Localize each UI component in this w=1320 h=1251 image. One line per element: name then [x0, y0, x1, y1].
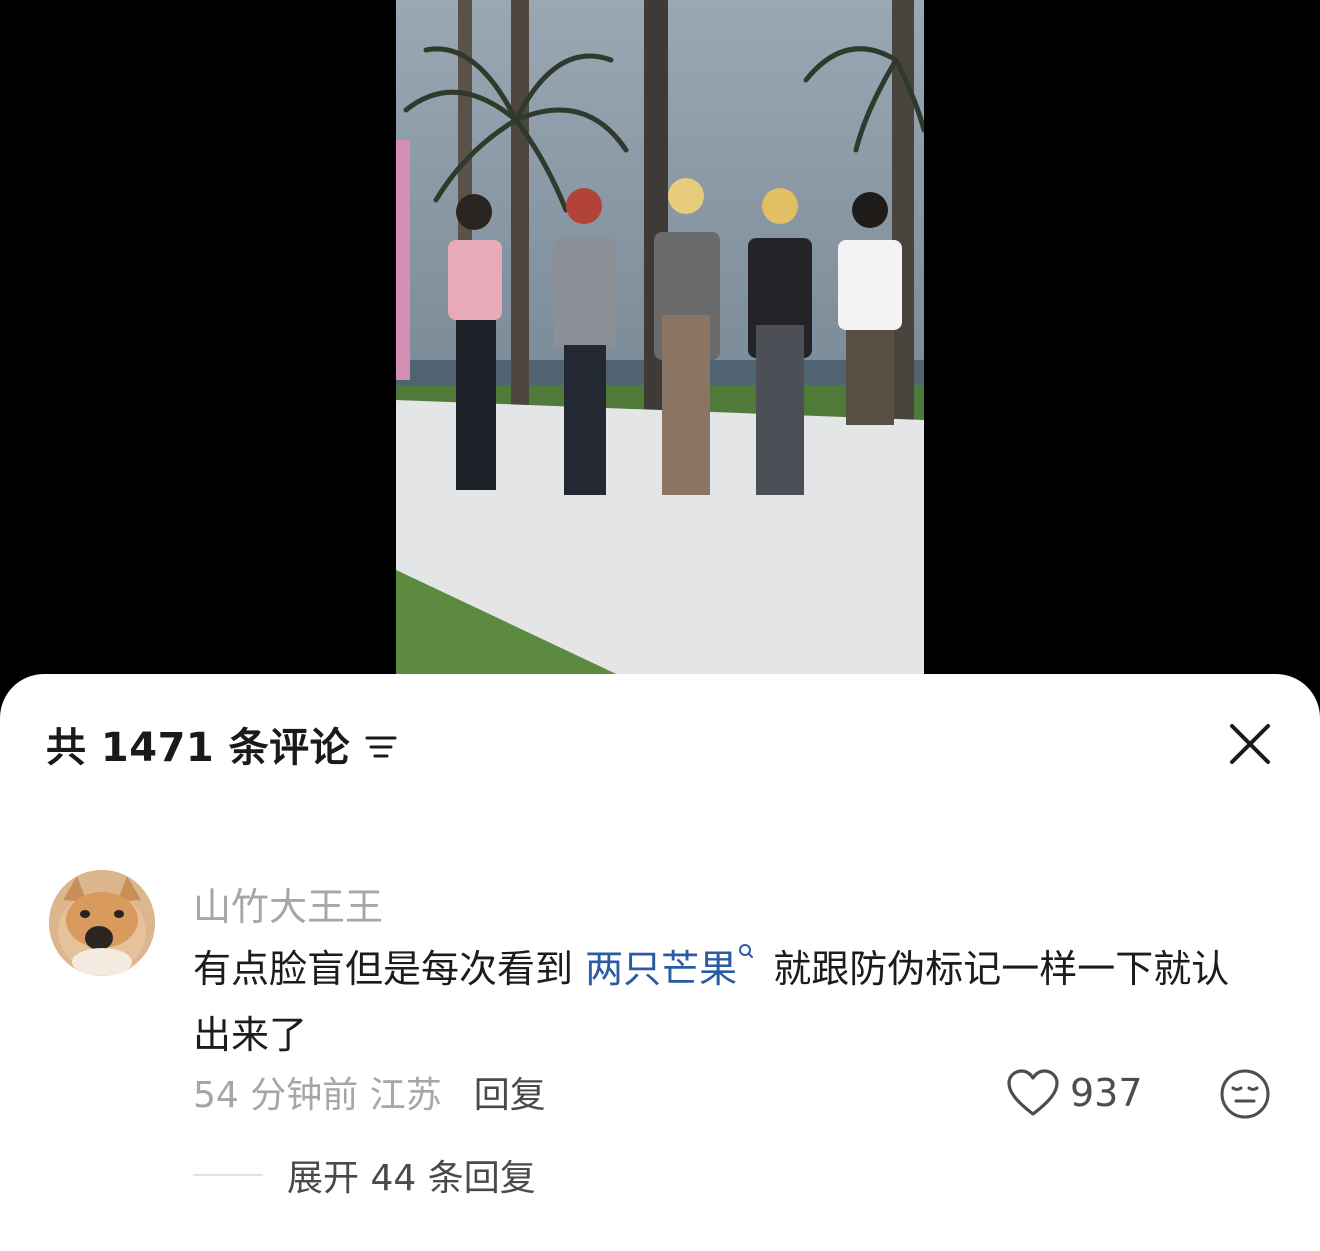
comment-time-location: 54 分钟前 江苏: [193, 1075, 442, 1116]
like-button[interactable]: 937: [1006, 1068, 1143, 1118]
mention-text[interactable]: 两只芒果: [585, 947, 737, 991]
expand-replies-row: 展开 44 条回复: [193, 1149, 536, 1201]
video-player[interactable]: [0, 0, 1320, 700]
comment-text: 有点脸盲但是每次看到 两只芒果 就跟防伪标记一样一下就认出来了: [193, 936, 1253, 1068]
close-icon: [1230, 724, 1270, 764]
comments-sheet: 共 1471 条评论 山竹大王王 有点脸盲但是每次看到 两只芒果 就跟防伪标记一…: [0, 674, 1320, 1251]
comment-count-title: 共 1471 条评论: [46, 725, 351, 771]
comment-meta: 54 分钟前 江苏 回复: [193, 1068, 546, 1116]
divider-line: [193, 1174, 263, 1176]
comment-author-name[interactable]: 山竹大王王: [193, 876, 383, 931]
dislike-button[interactable]: [1218, 1067, 1272, 1121]
like-count: 937: [1070, 1071, 1143, 1115]
close-button[interactable]: [1222, 716, 1278, 772]
neutral-face-icon: [1220, 1069, 1270, 1119]
video-frame[interactable]: [396, 0, 924, 674]
expand-replies-button[interactable]: 展开 44 条回复: [287, 1149, 536, 1201]
sort-filter-icon[interactable]: [364, 726, 398, 762]
heart-icon: [1007, 1069, 1059, 1116]
app-viewport: 共 1471 条评论 山竹大王王 有点脸盲但是每次看到 两只芒果 就跟防伪标记一…: [0, 0, 1320, 1251]
mention-search-link[interactable]: 两只芒果: [585, 944, 761, 991]
comments-header: 共 1471 条评论: [46, 718, 398, 771]
video-still-image: [396, 0, 924, 674]
search-icon: [739, 944, 754, 958]
reply-button[interactable]: 回复: [474, 1066, 546, 1118]
comment-text-part: 有点脸盲但是每次看到: [193, 947, 586, 991]
avatar[interactable]: [49, 870, 155, 976]
cat-avatar-image: [49, 870, 155, 976]
